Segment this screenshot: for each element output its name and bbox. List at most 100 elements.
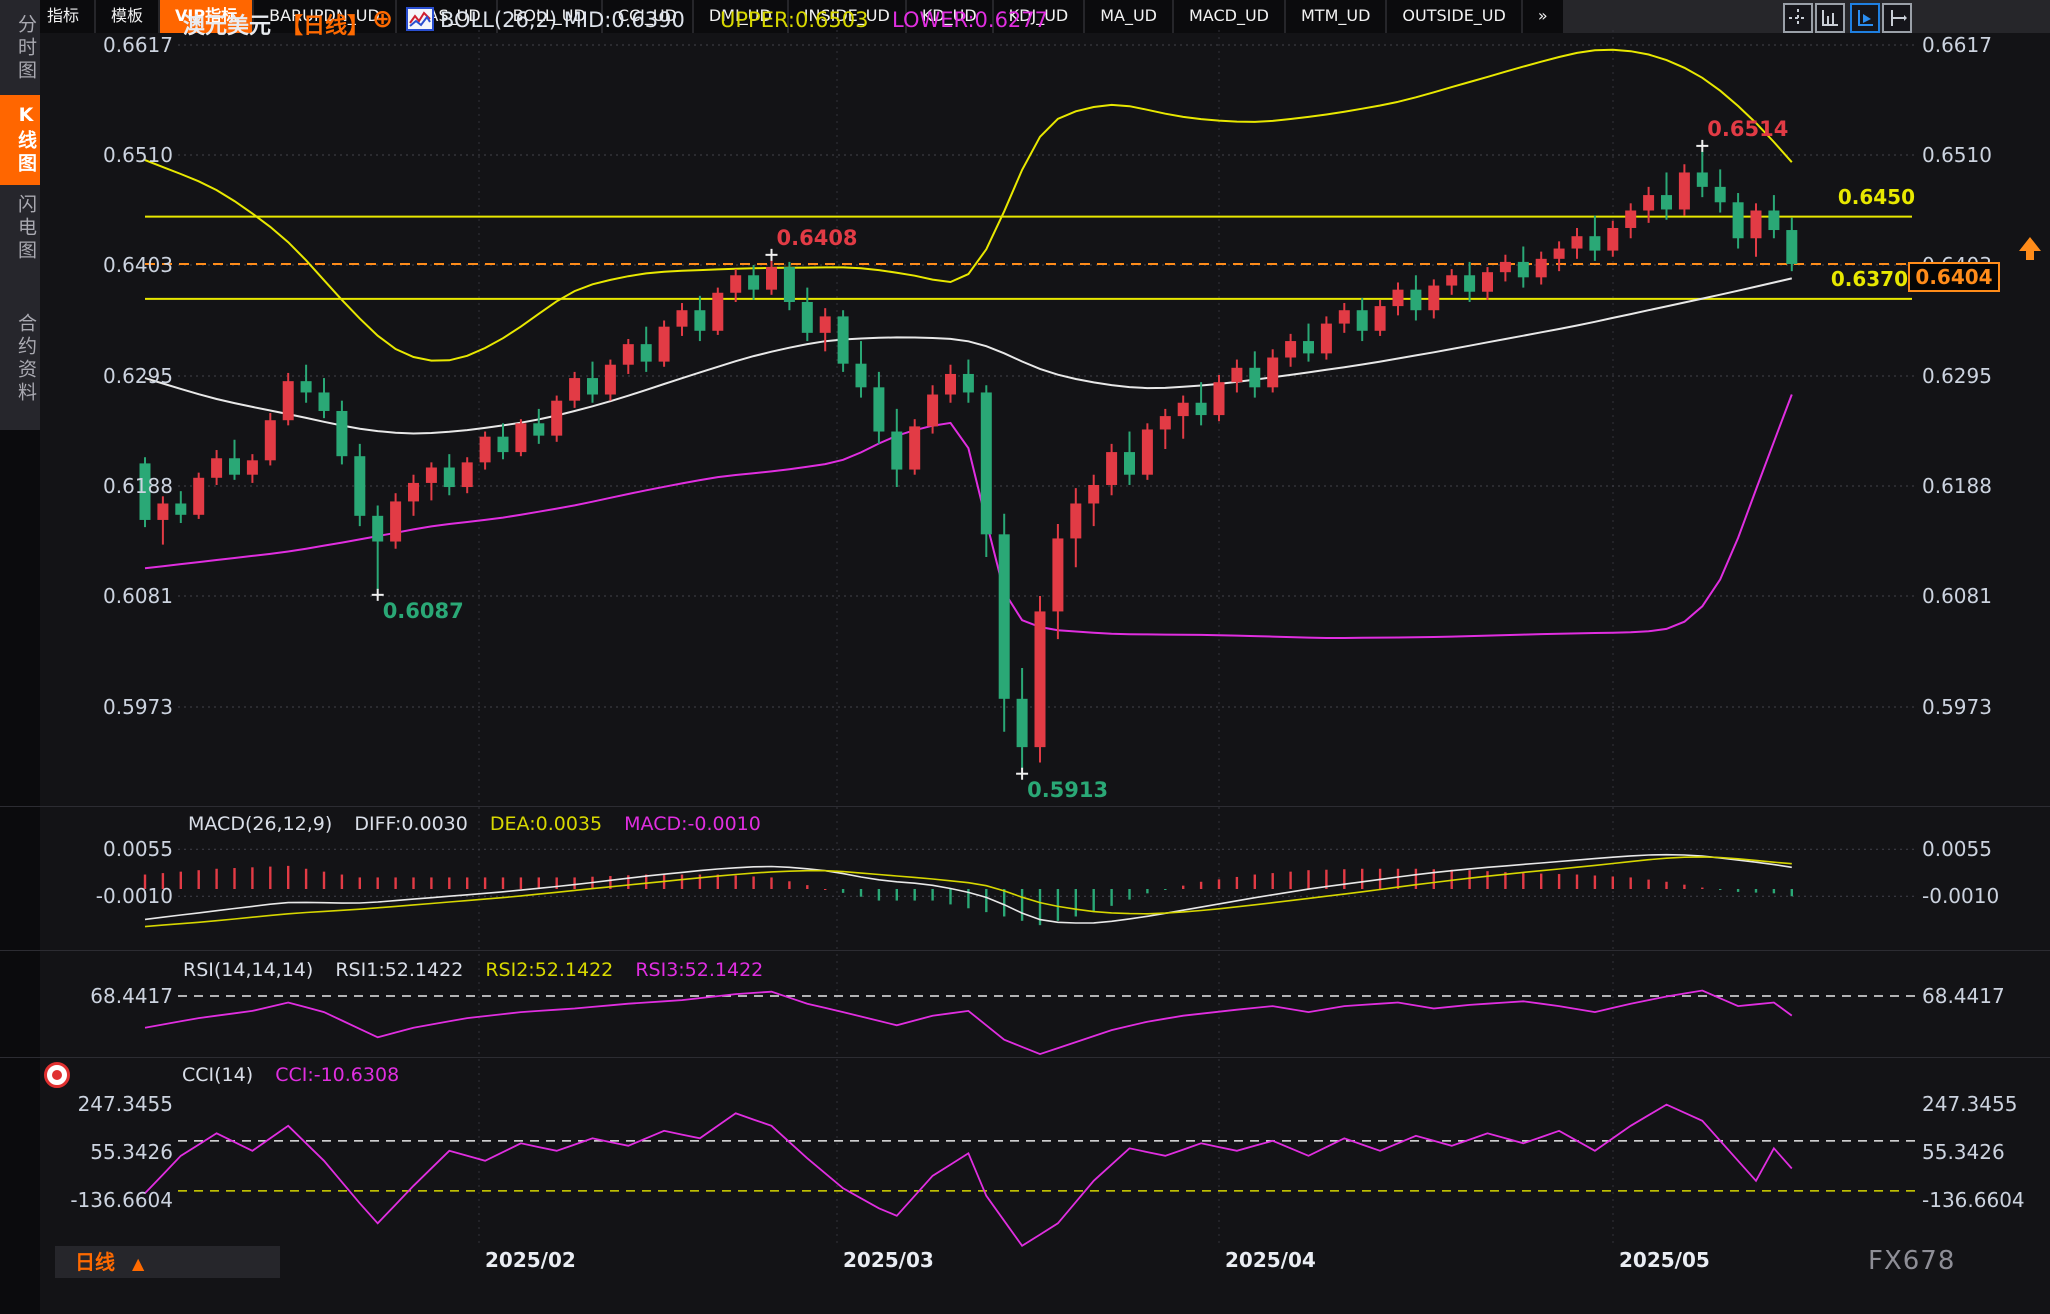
candle-body — [1518, 262, 1529, 277]
candle-body — [1786, 230, 1797, 264]
macd-bar — [985, 889, 987, 912]
candle-body — [175, 503, 186, 514]
macd-bar — [699, 875, 701, 889]
candle-body — [551, 401, 562, 436]
macd-bar — [842, 889, 844, 893]
macd-bar — [824, 889, 826, 890]
crosshair-tool-icon[interactable] — [1783, 3, 1813, 33]
chart-canvas[interactable] — [0, 0, 2050, 1314]
macd-bar — [1343, 869, 1345, 889]
watermark: FX678 — [1868, 1246, 1955, 1276]
candle-body — [1214, 382, 1225, 415]
macd-bar — [931, 889, 933, 901]
macd-bar — [1665, 882, 1667, 889]
macd-bar — [878, 889, 880, 901]
macd-bar — [394, 877, 396, 889]
panel-separator — [0, 806, 2050, 807]
candle-body — [1607, 228, 1618, 251]
macd-bar — [484, 877, 486, 889]
price-up-arrow-icon[interactable] — [2016, 236, 2044, 266]
macd-bar — [896, 889, 898, 901]
candle-body — [802, 302, 813, 333]
macd-bar — [1791, 889, 1793, 896]
period-selector-button[interactable]: 日线 ▲ — [55, 1246, 280, 1278]
macd-bar — [359, 877, 361, 889]
period-label: 日线 — [75, 1250, 115, 1274]
macd-bar — [1361, 869, 1363, 889]
candle-body — [1536, 259, 1547, 278]
bar-chart-tool-icon[interactable] — [1815, 3, 1845, 33]
candle-body — [229, 458, 240, 474]
sidebar-item-timeshare[interactable]: 分时图 — [0, 12, 40, 84]
candle-body — [963, 374, 974, 393]
macd-bar — [1075, 889, 1077, 916]
candle-body — [480, 437, 491, 463]
period-up-triangle-icon: ▲ — [132, 1254, 144, 1273]
candle-body — [873, 387, 884, 431]
macd-bar — [1755, 889, 1757, 893]
alert-target-icon[interactable] — [44, 1062, 70, 1088]
kline-chart-icon[interactable] — [406, 7, 434, 35]
macd-bar — [502, 877, 504, 889]
candle-body — [1106, 452, 1117, 485]
sidebar-item-contract-info[interactable]: 合约资料 — [0, 300, 40, 418]
macd-bar — [806, 885, 808, 889]
macd-bar — [573, 877, 575, 889]
candle-body — [1751, 211, 1762, 239]
macd-bar — [788, 881, 790, 889]
axis-shift-tool-icon[interactable] — [1882, 3, 1912, 33]
candle-body — [927, 395, 938, 427]
candle-body — [1464, 275, 1475, 291]
candle-body — [909, 426, 920, 469]
candle-body — [1017, 699, 1028, 747]
rsi1-value: RSI1:52.1422 — [335, 959, 463, 981]
candle-body — [157, 503, 168, 519]
macd-bar — [1110, 889, 1112, 906]
macd-bar — [1558, 874, 1560, 889]
candle-body — [1339, 310, 1350, 323]
period-tag[interactable]: 【日线】 — [281, 8, 369, 40]
candle-body — [730, 275, 741, 292]
macd-bar — [1146, 889, 1148, 893]
candle-body — [515, 423, 526, 452]
candle-body — [1428, 286, 1439, 311]
macd-bar — [538, 877, 540, 889]
play-chart-tool-icon[interactable] — [1850, 3, 1880, 33]
candle-body — [999, 534, 1010, 698]
macd-bar — [1218, 879, 1220, 889]
macd-bar — [1630, 877, 1632, 889]
cci-line — [145, 1105, 1792, 1246]
candle-body — [1052, 538, 1063, 611]
macd-dif-line — [145, 855, 1792, 923]
candle-body — [981, 392, 992, 534]
candle-body — [1357, 310, 1368, 331]
boll-lower-readout: LOWER:0.6277 — [892, 8, 1048, 32]
macd-bar — [1522, 873, 1524, 889]
macd-bar — [735, 876, 737, 889]
candle-body — [193, 478, 204, 515]
rsi-line — [145, 991, 1792, 1055]
macd-bar — [1397, 869, 1399, 889]
macd-diff: DIFF:0.0030 — [354, 813, 468, 835]
macd-bar — [162, 873, 164, 889]
sidebar-item-lightning[interactable]: 闪电图 — [0, 192, 40, 264]
candle-body — [1572, 236, 1583, 248]
candle-body — [1249, 368, 1260, 388]
candle-body — [1410, 290, 1421, 311]
macd-bar — [1612, 876, 1614, 889]
candle-body — [140, 463, 151, 520]
macd-bar — [1719, 889, 1721, 890]
macd-bar — [1254, 875, 1256, 889]
current-price-tag: 0.6404 — [1908, 262, 2000, 292]
candle-body — [1554, 249, 1565, 259]
candle-body — [677, 310, 688, 326]
candle-body — [1625, 211, 1636, 228]
macd-bar — [1594, 876, 1596, 889]
macd-bar — [215, 869, 217, 889]
candle-body — [1482, 272, 1493, 292]
macd-bar — [949, 889, 951, 904]
add-indicator-icon[interactable]: ⊕ — [372, 4, 393, 33]
candle-body — [1124, 452, 1135, 475]
sidebar-item-kline[interactable]: K线图 — [0, 95, 40, 185]
candle-body — [1768, 211, 1779, 231]
